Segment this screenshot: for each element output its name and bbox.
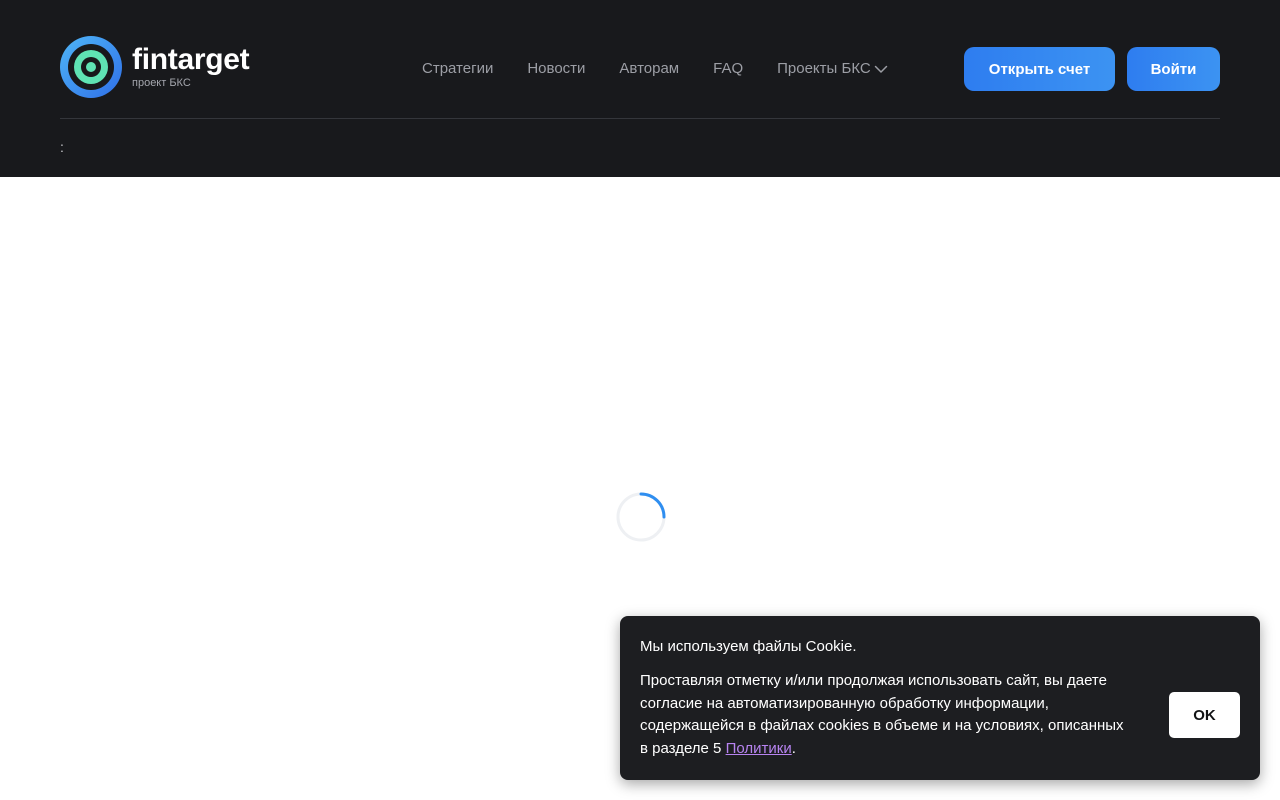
- logo-name: fintarget: [132, 42, 250, 76]
- policy-link[interactable]: Политики: [726, 740, 792, 757]
- nav-item-faq[interactable]: FAQ: [713, 58, 743, 80]
- breadcrumb: :: [60, 139, 64, 155]
- nav-item-news[interactable]: Новости: [527, 58, 585, 80]
- nav-item-bcs-projects[interactable]: Проекты БКС: [777, 58, 888, 80]
- cookie-title: Мы используем файлы Cookie.: [640, 638, 857, 655]
- open-account-button[interactable]: Открыть счет: [964, 47, 1115, 91]
- main-nav: Стратегии Новости Авторам FAQ Проекты БК…: [422, 58, 888, 80]
- cookie-banner: Мы используем файлы Cookie. Проставляя о…: [620, 616, 1260, 780]
- logo[interactable]: fintarget проект БКС: [60, 36, 250, 98]
- logo-subtitle: проект БКС: [132, 76, 191, 89]
- nav-item-label: Новости: [527, 60, 586, 77]
- nav-item-label: Стратегии: [422, 60, 494, 77]
- nav-item-label: Проекты БКС: [777, 60, 871, 77]
- loading-spinner: [615, 491, 667, 543]
- chevron-down-icon: [874, 65, 887, 73]
- cookie-text-main: Проставляя отметку и/или продолжая испол…: [640, 672, 1124, 757]
- fintarget-logo-icon: [60, 36, 122, 98]
- header-divider: [60, 118, 1220, 119]
- cookie-text: Проставляя отметку и/или продолжая испол…: [640, 670, 1130, 760]
- nav-item-strategies[interactable]: Стратегии: [422, 58, 493, 80]
- nav-item-label: Авторам: [619, 60, 680, 77]
- nav-item-authors[interactable]: Авторам: [619, 58, 679, 80]
- nav-item-label: FAQ: [713, 60, 744, 77]
- cookie-ok-button[interactable]: OK: [1169, 692, 1240, 738]
- site-header: fintarget проект БКС Стратегии Новости А…: [0, 0, 1280, 177]
- login-button[interactable]: Войти: [1127, 47, 1220, 91]
- spinner-icon: [616, 492, 666, 542]
- logo-text: fintarget проект БКС: [132, 42, 250, 90]
- cookie-text-end: .: [791, 739, 796, 757]
